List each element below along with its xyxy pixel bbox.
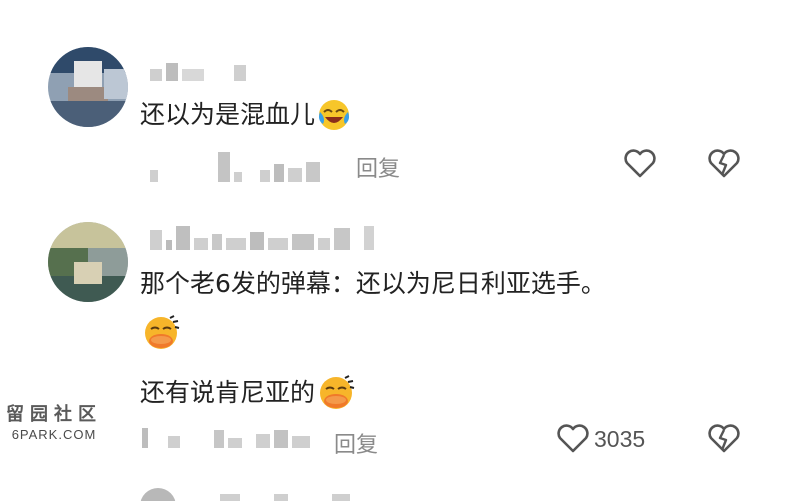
laughing-tears-emoji xyxy=(317,98,351,132)
comment-2-dislike-button[interactable] xyxy=(707,424,741,454)
watermark-cn: 留园社区 xyxy=(6,404,102,425)
comment-1-text: 还以为是混血儿 xyxy=(140,98,351,132)
comment-3-username[interactable] xyxy=(220,494,350,501)
comment-2-text-line1: 那个老6发的弹幕：还以为尼日利亚选手。 xyxy=(140,269,606,298)
comment-2-avatar[interactable] xyxy=(48,222,128,302)
heart-outline-icon xyxy=(557,424,589,453)
comment-1-dislike-button[interactable] xyxy=(707,149,741,179)
comment-1-username[interactable] xyxy=(150,63,246,81)
comment-2-reply-button[interactable]: 回复 xyxy=(334,427,378,459)
watermark: 留园社区 6PARK.COM xyxy=(6,400,102,442)
comment-2-text-line2: 还有说肯尼亚的 xyxy=(140,374,357,412)
broken-heart-icon xyxy=(708,149,740,178)
comment-2-like-count: 3035 xyxy=(594,425,646,452)
comment-1-text-content: 还以为是混血儿 xyxy=(140,100,316,129)
comment-2-like-button[interactable]: 3035 xyxy=(556,424,645,454)
watermark-en: 6PARK.COM xyxy=(11,427,97,442)
heart-outline-icon xyxy=(624,149,656,178)
comment-1-reply-button[interactable]: 回复 xyxy=(356,151,400,183)
smirk-duck-emoji xyxy=(142,314,182,352)
comment-1-avatar[interactable] xyxy=(48,47,128,127)
comment-2-timestamp xyxy=(142,428,310,448)
comment-1-like-button[interactable] xyxy=(623,149,657,179)
comment-1-timestamp xyxy=(150,152,320,182)
comment-2-username[interactable] xyxy=(150,226,374,250)
smirk-duck-emoji xyxy=(317,374,357,412)
comment-2-text-line2-content: 还有说肯尼亚的 xyxy=(140,378,316,407)
broken-heart-icon xyxy=(708,424,740,453)
comment-3-avatar[interactable] xyxy=(140,488,176,501)
